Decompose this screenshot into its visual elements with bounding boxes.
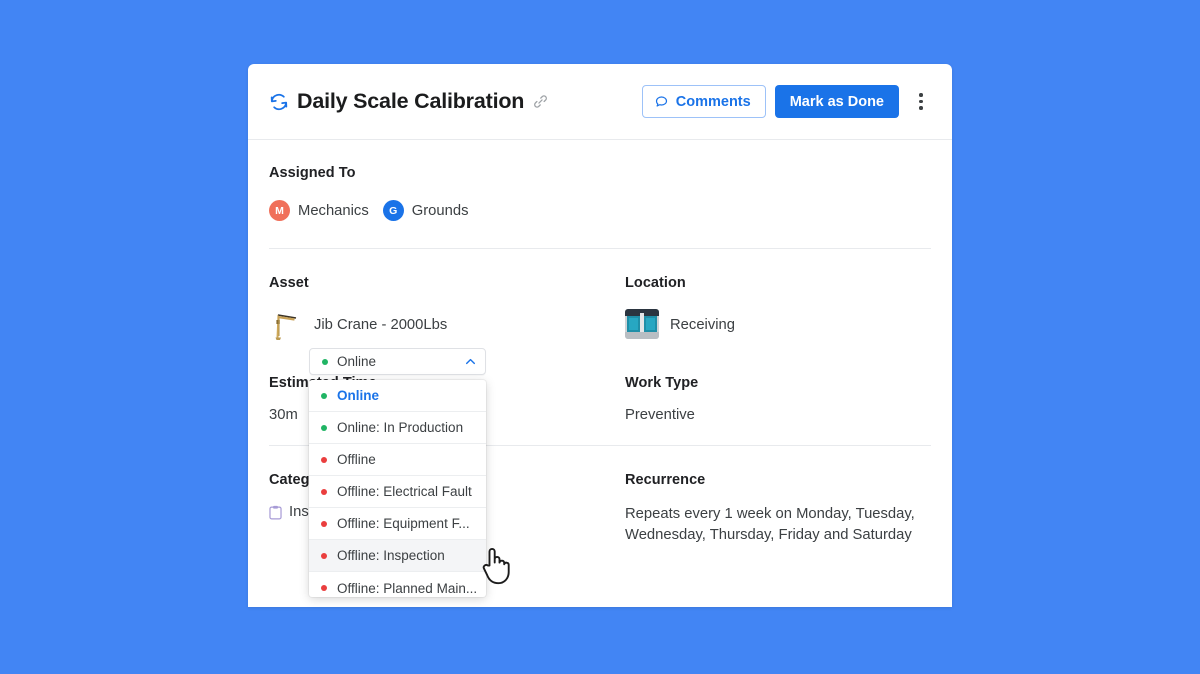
kebab-dot bbox=[919, 106, 923, 110]
assigned-to-label: Assigned To bbox=[269, 165, 356, 181]
status-option-online-in-production[interactable]: Online: In Production bbox=[309, 412, 486, 444]
work-type-value: Preventive bbox=[625, 407, 695, 423]
status-dot bbox=[321, 488, 327, 495]
location-label: Location bbox=[625, 275, 686, 291]
status-dot bbox=[321, 392, 327, 399]
kebab-dot bbox=[919, 99, 923, 104]
status-dot bbox=[321, 424, 327, 431]
status-option-offline[interactable]: Offline bbox=[309, 444, 486, 476]
header-actions: Comments Mark as Done bbox=[641, 85, 932, 118]
location-value[interactable]: Receiving bbox=[625, 307, 931, 343]
asset-status-selected-value: Online bbox=[337, 354, 377, 369]
status-option-label: Offline: Inspection bbox=[337, 548, 445, 563]
status-dot bbox=[321, 520, 327, 527]
status-option-offline-electrical-fault[interactable]: Offline: Electrical Fault bbox=[309, 476, 486, 508]
status-option-label: Offline: Electrical Fault bbox=[337, 484, 472, 499]
location-field: Location Receiving bbox=[625, 249, 931, 343]
chevron-up-icon[interactable] bbox=[464, 355, 477, 368]
loading-dock-photo bbox=[625, 309, 659, 339]
assigned-to-section: Assigned To M Mechanics G Grounds bbox=[248, 140, 952, 221]
status-option-label: Offline: Planned Main... bbox=[337, 580, 478, 596]
status-dot bbox=[322, 358, 328, 365]
asset-status-menu: Online Online: In Production Offline Off… bbox=[309, 380, 486, 597]
link-icon[interactable] bbox=[533, 94, 548, 109]
asset-status-trigger[interactable]: Online bbox=[309, 348, 486, 375]
status-dot bbox=[321, 456, 327, 463]
status-option-online[interactable]: Online bbox=[309, 380, 486, 412]
kebab-dot bbox=[919, 93, 923, 97]
location-name: Receiving bbox=[670, 317, 735, 333]
work-type-field: Work Type Preventive bbox=[625, 375, 931, 423]
status-dot bbox=[321, 552, 327, 559]
comments-button-label: Comments bbox=[675, 93, 751, 110]
recurrence-value: Repeats every 1 week on Monday, Tuesday,… bbox=[625, 506, 915, 544]
recurrence-field: Recurrence Repeats every 1 week on Monda… bbox=[625, 446, 931, 547]
status-dot bbox=[321, 585, 327, 591]
assignee-name: Grounds bbox=[411, 202, 469, 219]
asset-label: Asset bbox=[269, 275, 309, 291]
status-option-offline-planned-maintenance[interactable]: Offline: Planned Main... bbox=[309, 572, 486, 597]
card-header: Daily Scale Calibration Comments Mark as… bbox=[248, 64, 952, 140]
status-option-offline-equipment-failure[interactable]: Offline: Equipment F... bbox=[309, 508, 486, 540]
asset-status-dropdown: Online Online Online: In Production Offl… bbox=[309, 348, 486, 597]
asset-name: Jib Crane - 2000Lbs bbox=[314, 317, 448, 333]
mark-as-done-button[interactable]: Mark as Done bbox=[774, 85, 899, 118]
status-option-label: Online bbox=[337, 388, 380, 403]
comments-button[interactable]: Comments bbox=[641, 85, 766, 118]
more-options-button[interactable] bbox=[910, 87, 932, 117]
assignee-list: M Mechanics G Grounds bbox=[269, 200, 931, 221]
assignee-mechanics[interactable]: M Mechanics bbox=[269, 200, 369, 221]
avatar: M bbox=[269, 200, 290, 221]
status-option-label: Online: In Production bbox=[337, 420, 464, 435]
status-option-label: Offline bbox=[337, 452, 376, 467]
work-type-label: Work Type bbox=[625, 375, 699, 391]
assignee-name: Mechanics bbox=[298, 202, 369, 219]
status-option-label: Offline: Equipment F... bbox=[337, 516, 470, 531]
recurring-task-icon bbox=[270, 93, 288, 110]
jib-crane-photo bbox=[269, 307, 303, 343]
page-title: Daily Scale Calibration bbox=[297, 89, 525, 113]
asset-value[interactable]: Jib Crane - 2000Lbs bbox=[269, 307, 625, 343]
recurrence-label: Recurrence bbox=[625, 472, 706, 488]
comment-bubble-icon bbox=[655, 96, 667, 107]
avatar: G bbox=[382, 200, 404, 221]
status-option-offline-inspection[interactable]: Offline: Inspection bbox=[309, 540, 486, 572]
assignee-grounds[interactable]: G Grounds bbox=[382, 200, 469, 221]
clipboard-icon bbox=[269, 505, 282, 519]
asset-location-row: Asset Jib Crane - 2000Lbs Location Recei… bbox=[248, 249, 952, 343]
asset-field: Asset Jib Crane - 2000Lbs bbox=[269, 249, 625, 343]
